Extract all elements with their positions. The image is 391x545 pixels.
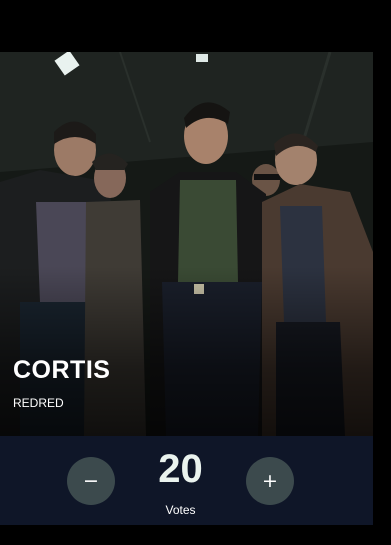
vote-count: 20	[158, 447, 203, 491]
minus-icon: −	[83, 470, 99, 492]
vote-label: Votes	[165, 503, 196, 517]
page: CORTIS REDRED − 20 Votes +	[0, 0, 391, 545]
artist-name: CORTIS	[13, 356, 111, 384]
vote-bar: − 20 Votes +	[0, 436, 373, 525]
song-title: REDRED	[13, 396, 64, 410]
artist-photo: CORTIS REDRED	[0, 52, 373, 436]
plus-icon: +	[262, 470, 278, 492]
artist-card: CORTIS REDRED − 20 Votes +	[0, 52, 373, 525]
decrement-vote-button[interactable]: −	[67, 457, 115, 505]
increment-vote-button[interactable]: +	[246, 457, 294, 505]
